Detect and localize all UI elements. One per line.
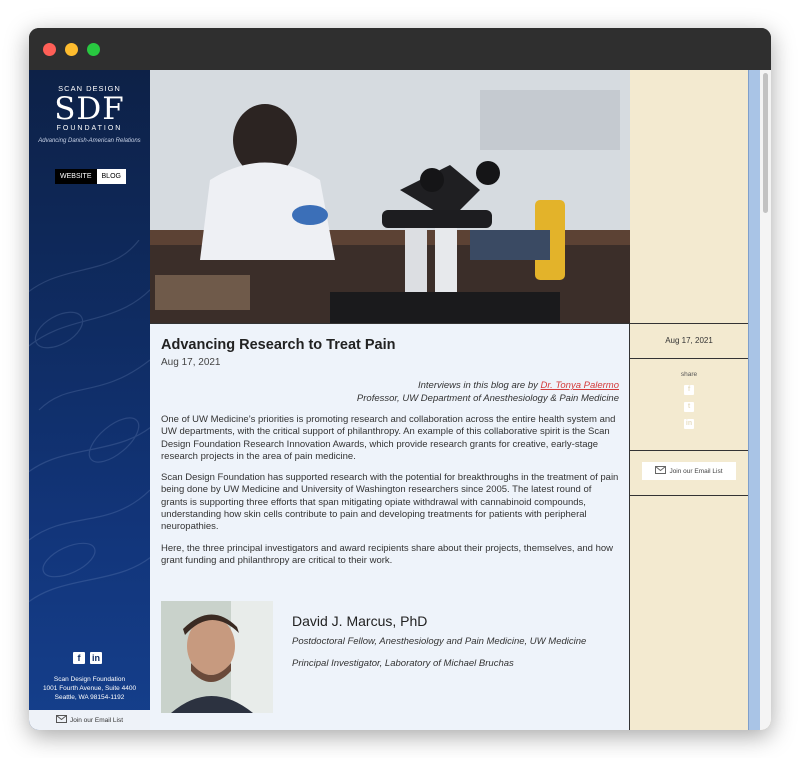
brand-main-text: SDF bbox=[54, 91, 125, 127]
article-credits: Interviews in this blog are by Dr. Tonya… bbox=[161, 380, 619, 405]
address-line-2: 1001 Fourth Avenue, Suite 4400 bbox=[42, 685, 137, 692]
post-date: Aug 17, 2021 bbox=[630, 323, 748, 358]
main-content: Advancing Research to Treat Pain Aug 17,… bbox=[150, 70, 630, 730]
leaf-pattern bbox=[29, 240, 150, 603]
page-viewport: SCAN DESIGN SDF FOUNDATION Advancing Dan… bbox=[29, 70, 771, 730]
right-column-body bbox=[630, 495, 748, 730]
email-signup-panel: Join our Email List bbox=[630, 450, 748, 495]
scrollbar-thumb[interactable] bbox=[763, 73, 768, 213]
hero-image bbox=[150, 70, 630, 323]
linkedin-icon[interactable]: in bbox=[684, 419, 694, 429]
address-line-3: Seattle, WA 98154-1192 bbox=[54, 694, 125, 701]
sidebar: SCAN DESIGN SDF FOUNDATION Advancing Dan… bbox=[29, 70, 150, 730]
share-panel: share f t in bbox=[630, 358, 748, 450]
investigator-lab: Principal Investigator, Laboratory of Mi… bbox=[292, 658, 514, 669]
article-paragraph: One of UW Medicine’s priorities is promo… bbox=[161, 414, 616, 462]
email-signup-button[interactable]: Join our Email List bbox=[642, 462, 736, 480]
brand-bottom-text: FOUNDATION bbox=[56, 125, 123, 132]
investigator-profile: David J. Marcus, PhD Postdoctoral Fellow… bbox=[161, 601, 621, 721]
envelope-icon bbox=[655, 466, 667, 476]
address-line-1: Scan Design Foundation bbox=[53, 676, 126, 683]
facebook-icon[interactable]: f bbox=[73, 652, 85, 664]
credit-prefix: Interviews in this blog are by bbox=[417, 380, 538, 391]
tab-website[interactable]: WEBSITE bbox=[55, 169, 97, 184]
article-paragraph: Here, the three principal investigators … bbox=[161, 542, 614, 566]
brand-tagline: Advancing Danish-American Relations bbox=[38, 138, 141, 144]
sidebar-email-label: Join our Email List bbox=[69, 716, 124, 724]
title-bar bbox=[29, 28, 771, 70]
article-title: Advancing Research to Treat Pain bbox=[161, 337, 396, 353]
envelope-icon bbox=[55, 715, 67, 725]
blue-gutter bbox=[748, 70, 760, 730]
investigator-role: Postdoctoral Fellow, Anesthesiology and … bbox=[292, 636, 587, 647]
scrollbar[interactable] bbox=[760, 70, 771, 730]
credit-role: Professor, UW Department of Anesthesiolo… bbox=[356, 392, 619, 404]
article: Advancing Research to Treat Pain Aug 17,… bbox=[150, 323, 630, 730]
maximize-window-button[interactable] bbox=[87, 43, 100, 56]
investigator-name: David J. Marcus, PhD bbox=[292, 613, 428, 629]
right-column: Aug 17, 2021 share f t in Join our Email… bbox=[630, 70, 748, 730]
minimize-window-button[interactable] bbox=[65, 43, 78, 56]
sidebar-socials: f in bbox=[73, 652, 102, 664]
article-date: Aug 17, 2021 bbox=[161, 357, 221, 368]
investigator-portrait bbox=[161, 601, 273, 713]
nav-tabs: WEBSITE BLOG bbox=[55, 169, 126, 184]
browser-window: SCAN DESIGN SDF FOUNDATION Advancing Dan… bbox=[29, 28, 771, 730]
credit-author-link[interactable]: Dr. Tonya Palermo bbox=[541, 380, 620, 391]
close-window-button[interactable] bbox=[43, 43, 56, 56]
email-signup-label: Join our Email List bbox=[669, 467, 723, 475]
article-paragraph: Scan Design Foundation has supported res… bbox=[161, 472, 619, 533]
linkedin-icon[interactable]: in bbox=[90, 652, 102, 664]
share-label: share bbox=[680, 371, 698, 378]
tab-blog[interactable]: BLOG bbox=[96, 169, 126, 184]
facebook-icon[interactable]: f bbox=[684, 385, 694, 395]
address: Scan Design Foundation 1001 Fourth Avenu… bbox=[29, 675, 150, 702]
sidebar-email-signup-button[interactable]: Join our Email List bbox=[29, 710, 150, 730]
brand-logo[interactable]: SCAN DESIGN SDF FOUNDATION Advancing Dan… bbox=[29, 84, 150, 144]
twitter-icon[interactable]: t bbox=[684, 402, 694, 412]
